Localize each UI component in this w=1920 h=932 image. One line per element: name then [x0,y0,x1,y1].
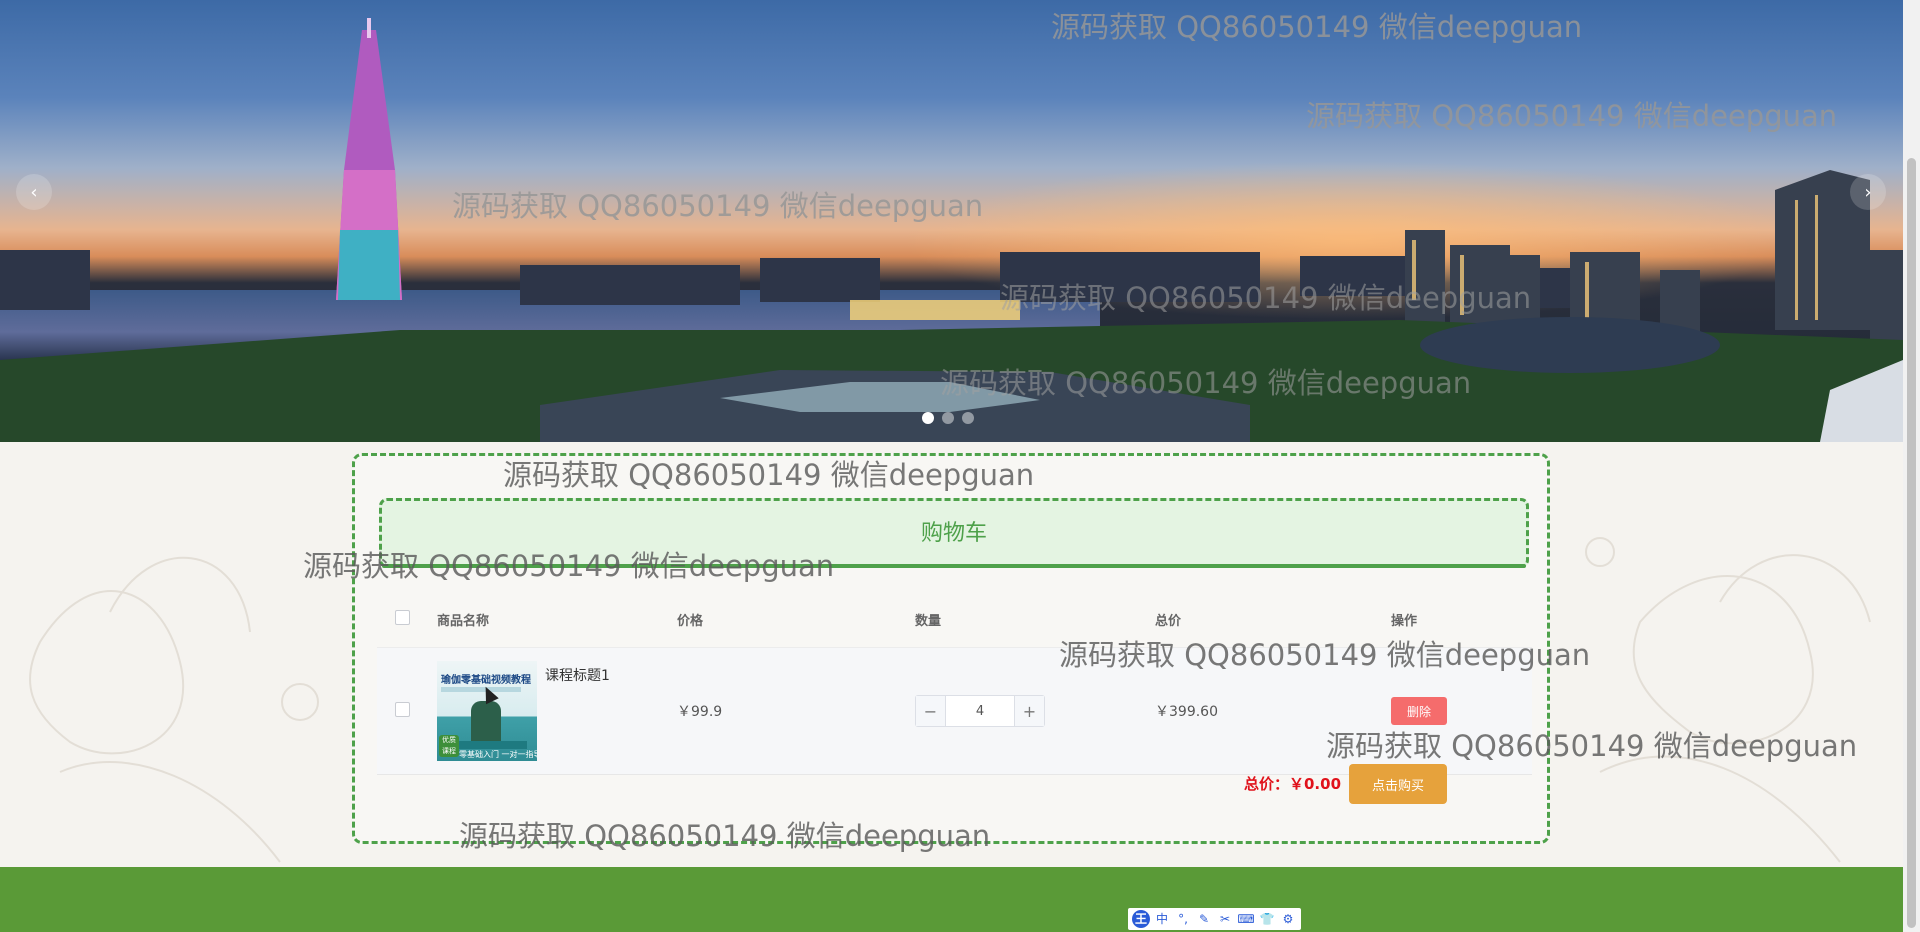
ime-scissors-icon[interactable]: ✂ [1216,910,1234,928]
header-check-cell [377,609,437,629]
cart-title-box: 购物车 [379,498,1529,568]
header-operation: 操作 [1391,613,1418,629]
grand-total: 总价：￥0.00 [1244,775,1342,793]
thumb-title: 瑜伽零基础视频教程 [441,675,531,686]
product-price: ￥99.9 [677,704,723,720]
scrollbar[interactable] [1903,0,1920,932]
product-thumbnail[interactable]: 瑜伽零基础视频教程 优质课程 零基础入门 一对一指导 [437,661,537,761]
page: ‹ › 购物车 商品名称 价格 数量 总价 操作 瑜伽零基础视频教程 优质课程 … [0,0,1903,932]
ime-logo-icon[interactable]: 王 [1132,910,1150,928]
yoga-figure [471,701,501,745]
carousel-indicators [922,412,974,424]
chevron-left-icon: ‹ [30,182,38,203]
header-total: 总价 [1155,613,1182,629]
thumb-badge: 优质课程 [439,735,459,757]
select-all-checkbox[interactable] [395,609,410,625]
quantity-cell: − + [915,695,1155,727]
increase-button[interactable]: + [1014,696,1044,726]
product-cell: 瑜伽零基础视频教程 优质课程 零基础入门 一对一指导 课程标题1 [437,661,677,761]
cart-title: 购物车 [920,521,987,546]
row-total: ￥399.60 [1155,704,1218,720]
ime-settings-icon[interactable]: ⚙ [1279,910,1297,928]
table-row: 瑜伽零基础视频教程 优质课程 零基础入门 一对一指导 课程标题1 ￥99.9 − [377,648,1532,775]
thumb-caption: 零基础入门 一对一指导 [459,750,537,759]
header-product-name: 商品名称 [437,613,490,629]
carousel-dot-3[interactable] [962,412,974,424]
scrollbar-thumb[interactable] [1907,158,1916,928]
yoga-mat [451,741,527,749]
ime-keyboard-icon[interactable]: ⌨ [1237,910,1255,928]
header-price: 价格 [677,613,704,629]
footer [0,867,1903,932]
ime-handwrite-icon[interactable]: ✎ [1195,910,1213,928]
operation-cell: 删除 [1391,697,1532,725]
ime-chinese-mode-icon[interactable]: 中 [1153,910,1171,928]
ime-punctuation-icon[interactable]: °, [1174,910,1192,928]
chevron-right-icon: › [1864,182,1872,203]
table-header: 商品名称 价格 数量 总价 操作 [377,591,1532,648]
carousel-prev-button[interactable]: ‹ [16,174,52,210]
carousel-dot-2[interactable] [942,412,954,424]
cart-summary: 总价：￥0.00 点击购买 [0,761,1903,804]
decrease-button[interactable]: − [916,696,946,726]
ime-toolbar[interactable]: 王 中 °, ✎ ✂ ⌨ 👕 ⚙ [1128,908,1301,930]
buy-button[interactable]: 点击购买 [1349,764,1447,804]
row-checkbox[interactable] [395,701,410,717]
city-skyline-image [0,18,1903,442]
delete-button[interactable]: 删除 [1391,697,1447,725]
product-info[interactable]: 瑜伽零基础视频教程 优质课程 零基础入门 一对一指导 课程标题1 [437,661,677,761]
cart-table: 商品名称 价格 数量 总价 操作 瑜伽零基础视频教程 优质课程 零基础入门 一对… [377,591,1532,775]
quantity-input[interactable] [946,696,1014,726]
ime-skin-icon[interactable]: 👕 [1258,910,1276,928]
carousel-next-button[interactable]: › [1850,174,1886,210]
title-underline [382,564,1526,568]
quantity-stepper[interactable]: − + [915,695,1045,727]
banner-carousel[interactable]: ‹ › [0,0,1903,442]
row-check-cell [377,701,437,721]
product-name[interactable]: 课程标题1 [545,665,610,685]
header-quantity: 数量 [915,613,942,629]
carousel-dot-1[interactable] [922,412,934,424]
